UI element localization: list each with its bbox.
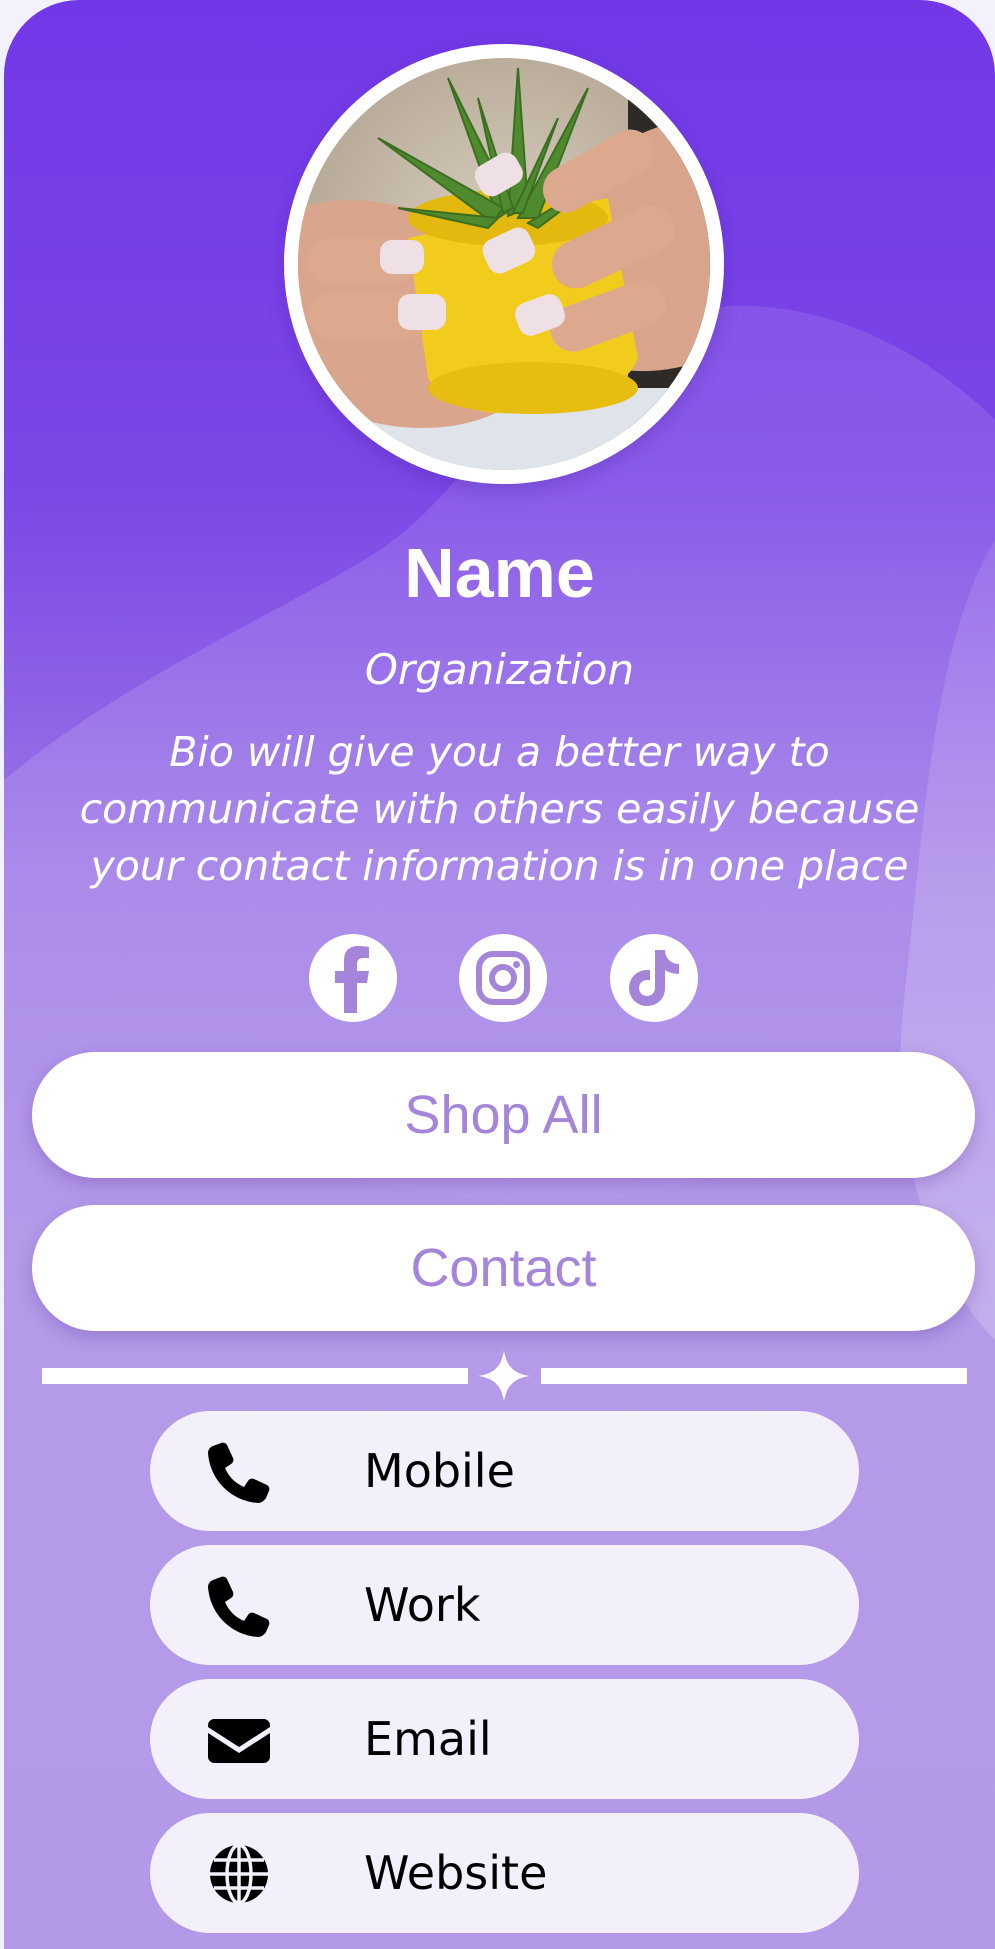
succulent-photo	[298, 58, 710, 470]
globe-icon	[210, 1843, 268, 1905]
facebook-icon	[335, 946, 369, 1013]
contact-row-mobile[interactable]: Mobile	[150, 1411, 859, 1531]
profile-avatar	[298, 58, 710, 470]
instagram-link[interactable]	[459, 934, 547, 1022]
facebook-link[interactable]	[309, 934, 397, 1022]
instagram-icon	[476, 951, 530, 1005]
divider-right	[541, 1368, 967, 1384]
tiktok-icon	[629, 950, 679, 1006]
shop-all-label: Shop All	[404, 1085, 603, 1145]
phone-icon	[208, 1442, 270, 1503]
contact-label: Contact	[410, 1238, 597, 1298]
contact-row-work[interactable]: Work	[150, 1545, 859, 1665]
contact-button[interactable]: Contact	[32, 1205, 975, 1331]
contact-label-work: Work	[364, 1578, 481, 1632]
contact-row-website[interactable]: Website	[150, 1813, 859, 1933]
divider-left	[42, 1368, 468, 1384]
contact-label-website: Website	[364, 1846, 548, 1900]
profile-photo	[284, 44, 724, 484]
profile-card: Name Organization Bio will give you a be…	[4, 0, 995, 1949]
envelope-icon	[208, 1719, 270, 1763]
profile-bio: Bio will give you a better way to commun…	[79, 728, 920, 890]
tiktok-link[interactable]	[610, 934, 698, 1022]
phone-icon	[208, 1576, 270, 1637]
profile-name: Name	[404, 534, 595, 612]
sparkle-icon	[478, 1350, 530, 1402]
profile-organization: Organization	[364, 645, 635, 694]
shop-all-button[interactable]: Shop All	[32, 1052, 975, 1178]
contact-label-email: Email	[364, 1712, 492, 1766]
contact-row-email[interactable]: Email	[150, 1679, 859, 1799]
contact-label-mobile: Mobile	[364, 1444, 515, 1498]
